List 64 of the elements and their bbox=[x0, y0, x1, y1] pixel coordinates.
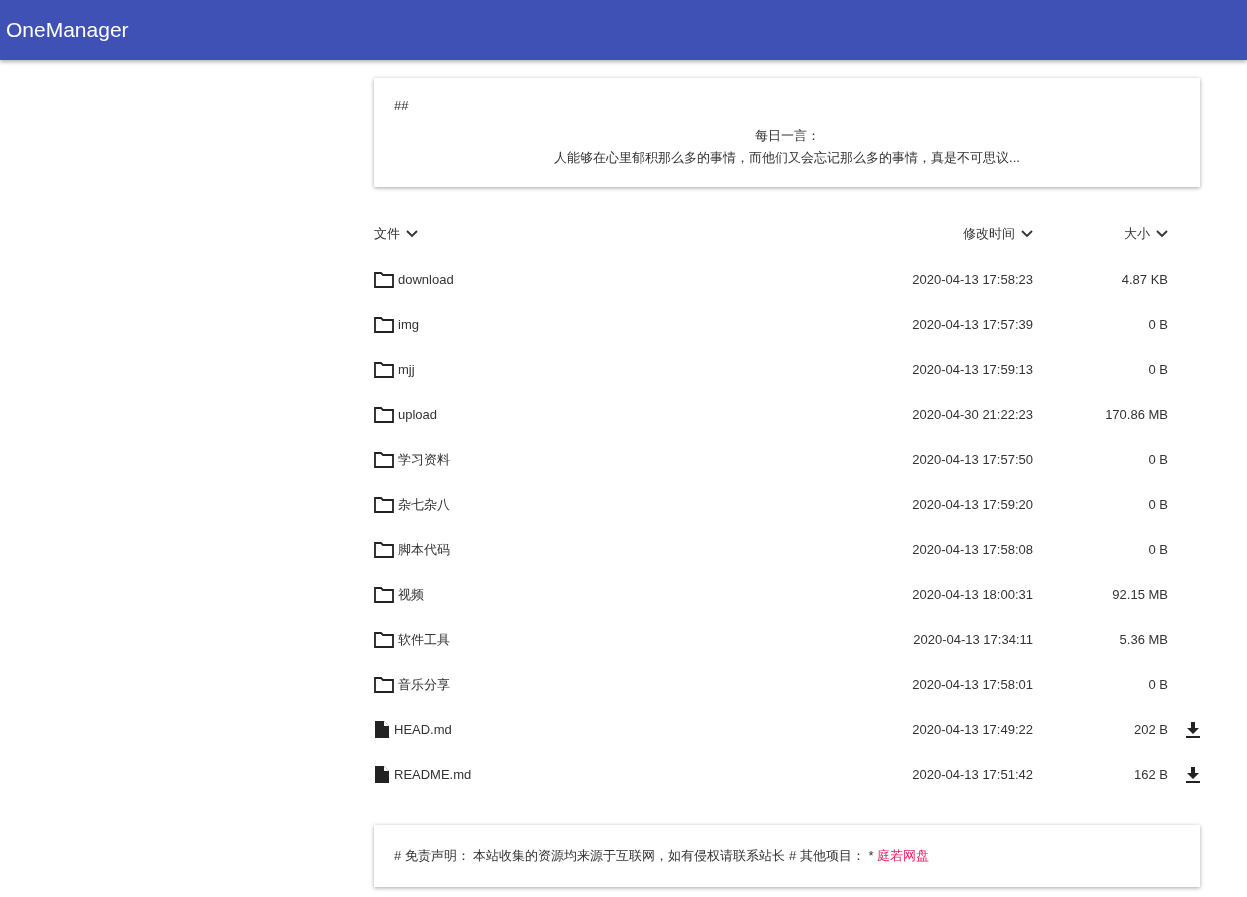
file-name-link[interactable]: 脚本代码 bbox=[398, 540, 450, 559]
folder-icon bbox=[374, 586, 394, 603]
modified-time: 2020-04-13 17:49:22 bbox=[912, 722, 1033, 737]
download-icon bbox=[1186, 766, 1200, 783]
disclaimer-text: # 免责声明： 本站收集的资源均来源于互联网，如有侵权请联系站长 # 其他项目： * 庭若网盘 bbox=[394, 847, 931, 865]
download-button[interactable] bbox=[1186, 721, 1200, 738]
file-name-link[interactable]: upload bbox=[398, 407, 438, 422]
quote-text: 人能够在心里郁积那么多的事情，而他们又会忘记那么多的事情，真是不可思议... bbox=[553, 149, 1021, 167]
heading-text: ## bbox=[394, 98, 410, 113]
download-button[interactable] bbox=[1186, 766, 1200, 783]
file-size: 0 B bbox=[1148, 497, 1168, 512]
sort-header[interactable]: 修改时间 bbox=[963, 225, 1033, 243]
modified-time: 2020-04-13 17:57:39 bbox=[912, 317, 1033, 332]
modified-time: 2020-04-13 17:34:11 bbox=[913, 632, 1033, 647]
modified-time: 2020-04-13 17:58:08 bbox=[912, 542, 1033, 557]
modified-time: 2020-04-13 17:57:50 bbox=[912, 452, 1033, 467]
folder-icon bbox=[374, 361, 394, 378]
caret-icon bbox=[1156, 230, 1168, 238]
folder-icon bbox=[374, 631, 394, 648]
file-name-link[interactable]: 音乐分享 bbox=[398, 675, 450, 694]
file-size: 0 B bbox=[1148, 317, 1168, 332]
file-icon bbox=[374, 765, 390, 784]
modified-time: 2020-04-13 17:51:42 bbox=[912, 767, 1033, 782]
file-name-link[interactable]: README.md bbox=[394, 767, 472, 782]
file-name-link[interactable]: 学习资料 bbox=[398, 450, 450, 469]
folder-icon bbox=[374, 541, 394, 558]
modified-time: 2020-04-13 17:59:13 bbox=[912, 362, 1033, 377]
file-name-link[interactable]: download bbox=[398, 272, 454, 287]
caret-icon bbox=[406, 230, 418, 238]
folder-icon bbox=[374, 676, 394, 693]
sort-header[interactable]: 大小 bbox=[1124, 225, 1168, 243]
file-size: 92.15 MB bbox=[1112, 587, 1168, 602]
file-size: 0 B bbox=[1148, 542, 1168, 557]
file-name-link[interactable]: 杂七杂八 bbox=[398, 495, 450, 514]
project-link[interactable]: 庭若网盘 bbox=[877, 848, 930, 863]
file-size: 0 B bbox=[1148, 677, 1168, 692]
download-icon bbox=[1186, 721, 1200, 738]
file-name-link[interactable]: HEAD.md bbox=[394, 722, 452, 737]
file-size: 4.87 KB bbox=[1121, 272, 1168, 287]
file-name-link[interactable]: mjj bbox=[398, 362, 415, 377]
folder-icon bbox=[374, 316, 394, 333]
modified-time: 2020-04-13 17:59:20 bbox=[912, 497, 1033, 512]
file-size: 0 B bbox=[1148, 452, 1168, 467]
folder-icon bbox=[374, 451, 394, 468]
caret-icon bbox=[1021, 230, 1033, 238]
file-name-link[interactable]: 软件工具 bbox=[398, 630, 450, 649]
modified-time: 2020-04-30 21:22:23 bbox=[912, 407, 1033, 422]
quote-text: 每日一言： bbox=[753, 127, 821, 145]
file-size: 202 B bbox=[1134, 722, 1168, 737]
file-size: 5.36 MB bbox=[1119, 632, 1168, 647]
folder-icon bbox=[374, 406, 394, 423]
app-title: OneManager bbox=[6, 18, 129, 42]
folder-icon bbox=[374, 496, 394, 513]
file-name-link[interactable]: img bbox=[398, 317, 419, 332]
folder-icon bbox=[374, 271, 394, 288]
modified-time: 2020-04-13 17:58:01 bbox=[912, 677, 1033, 692]
file-size: 0 B bbox=[1148, 362, 1168, 377]
file-icon bbox=[374, 720, 390, 739]
modified-time: 2020-04-13 18:00:31 bbox=[912, 587, 1033, 602]
file-size: 162 B bbox=[1134, 767, 1168, 782]
sort-header[interactable]: 文件 bbox=[374, 225, 418, 243]
file-size: 170.86 MB bbox=[1105, 407, 1168, 422]
file-name-link[interactable]: 视频 bbox=[398, 585, 424, 604]
modified-time: 2020-04-13 17:58:23 bbox=[912, 272, 1033, 287]
